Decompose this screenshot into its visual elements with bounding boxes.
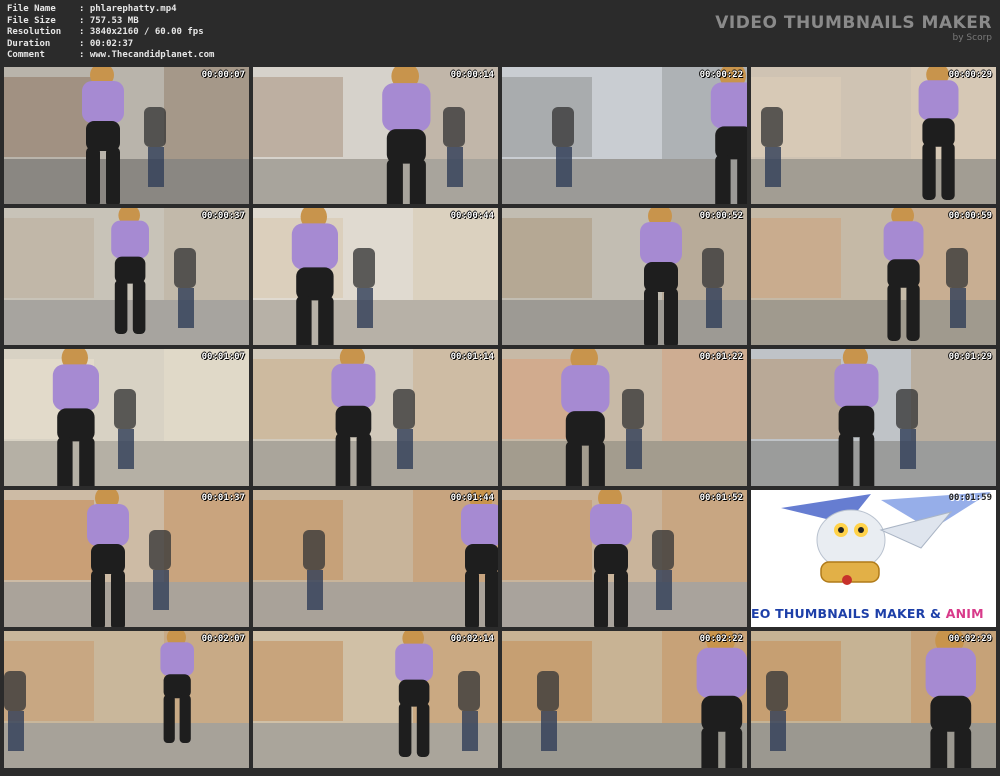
thumbnail-frame: 00:01:44	[253, 490, 498, 627]
header: File Name: phlarephatty.mp4 File Size: 7…	[0, 0, 1000, 66]
thumbnail-frame: 00:01:22	[502, 349, 747, 486]
timestamp-label: 00:01:59	[948, 493, 992, 503]
timestamp-label: 00:02:22	[699, 634, 743, 644]
timestamp-label: 00:00:52	[699, 211, 743, 221]
frame-image	[502, 67, 747, 204]
timestamp-label: 00:02:14	[450, 634, 494, 644]
frame-image	[751, 631, 996, 768]
timestamp-label: 00:00:29	[948, 70, 992, 80]
timestamp-label: 00:00:22	[699, 70, 743, 80]
frame-image	[253, 349, 498, 486]
timestamp-label: 00:00:14	[450, 70, 494, 80]
frame-image	[4, 349, 249, 486]
file-info: File Name: phlarephatty.mp4 File Size: 7…	[7, 4, 214, 62]
logo-banner-main: EO THUMBNAILS MAKER &	[751, 606, 946, 621]
frame-image	[751, 67, 996, 204]
thumbnail-frame: 00:00:52	[502, 208, 747, 345]
timestamp-label: 00:00:37	[201, 211, 245, 221]
frame-image	[4, 67, 249, 204]
brand-title: VIDEO THUMBNAILS MAKER	[715, 13, 992, 33]
timestamp-label: 00:01:29	[948, 352, 992, 362]
frame-image	[253, 208, 498, 345]
frame-image	[502, 490, 747, 627]
frame-image	[253, 490, 498, 627]
frame-image	[253, 631, 498, 768]
thumbnail-frame: 00:02:22	[502, 631, 747, 768]
thumbnail-frame: 00:01:14	[253, 349, 498, 486]
frame-image	[502, 631, 747, 768]
thumbnail-frame: 00:00:44	[253, 208, 498, 345]
timestamp-label: 00:00:44	[450, 211, 494, 221]
timestamp-label: 00:01:07	[201, 352, 245, 362]
info-row-comment: Comment: www.Thecandidplanet.com	[7, 50, 215, 60]
timestamp-label: 00:01:52	[699, 493, 743, 503]
timestamp-label: 00:01:37	[201, 493, 245, 503]
timestamp-label: 00:02:29	[948, 634, 992, 644]
frame-image	[502, 349, 747, 486]
timestamp-label: 00:00:07	[201, 70, 245, 80]
logo-banner-accent: ANIM	[945, 606, 984, 621]
frame-image	[253, 67, 498, 204]
frame-image	[751, 349, 996, 486]
timestamp-label: 00:01:44	[450, 493, 494, 503]
thumbnail-grid: 00:00:07 00:00:14 00:00:22 00:00:29 00:00:37…	[4, 67, 996, 768]
brand-watermark: VIDEO THUMBNAILS MAKER by Scorp	[715, 14, 992, 44]
info-row-file-size: File Size: 757.53 MB	[7, 15, 139, 26]
thumbnail-frame: 00:00:59	[751, 208, 996, 345]
thumbnail-frame: 00:01:07	[4, 349, 249, 486]
thumbnail-frame: 00:02:07	[4, 631, 249, 768]
info-row-file-name: File Name: phlarephatty.mp4	[7, 4, 177, 14]
info-row-resolution: Resolution: 3840x2160 / 60.00 fps	[7, 27, 204, 37]
thumbnail-frame: 00:00:07	[4, 67, 249, 204]
frame-image	[751, 208, 996, 345]
brand-subtitle: by Scorp	[952, 33, 992, 43]
thumbnail-frame: 00:00:22	[502, 67, 747, 204]
thumbnail-frame: 00:00:14	[253, 67, 498, 204]
thumbnail-frame: 00:02:29	[751, 631, 996, 768]
frame-image	[4, 631, 249, 768]
thumbnail-frame: 00:00:37	[4, 208, 249, 345]
info-row-duration: Duration: 00:02:37	[7, 38, 134, 49]
frame-image	[4, 490, 249, 627]
timestamp-label: 00:00:59	[948, 211, 992, 221]
thumbnail-frame: 00:01:52	[502, 490, 747, 627]
frame-image	[502, 208, 747, 345]
thumbnail-frame: 00:01:29	[751, 349, 996, 486]
thumbnail-frame: 00:02:14	[253, 631, 498, 768]
thumbnail-frame: 00:00:29	[751, 67, 996, 204]
thumbnail-logo: EO THUMBNAILS MAKER & ANIM 00:01:59	[751, 490, 996, 627]
timestamp-label: 00:01:14	[450, 352, 494, 362]
timestamp-label: 00:01:22	[699, 352, 743, 362]
frame-image	[4, 208, 249, 345]
thumbnail-frame: 00:01:37	[4, 490, 249, 627]
timestamp-label: 00:02:07	[201, 634, 245, 644]
logo-banner-text: EO THUMBNAILS MAKER & ANIM	[751, 606, 996, 621]
